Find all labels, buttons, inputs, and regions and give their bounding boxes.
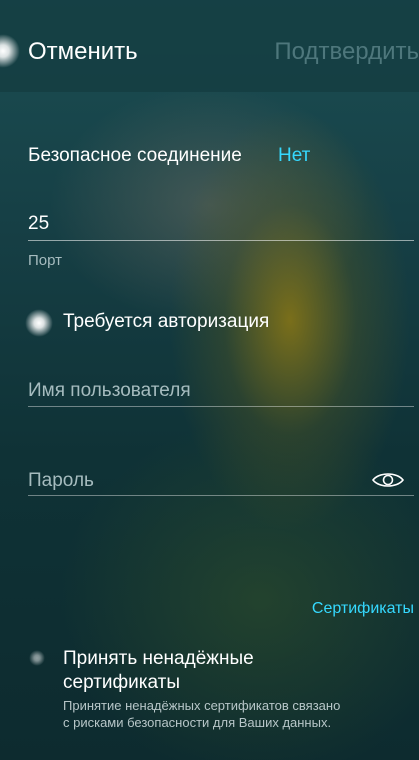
eye-icon[interactable] [371,469,405,491]
confirm-button[interactable]: Подтвердить [274,38,419,66]
untrusted-certs-title[interactable]: Принять ненадёжные сертификаты [63,647,323,695]
secure-connection-value[interactable]: Нет [278,145,310,167]
auth-required-label[interactable]: Требуется авторизация [63,311,269,333]
password-input-underline [28,495,414,496]
certificates-link[interactable]: Сертификаты [312,600,414,618]
port-input-underline [28,240,414,241]
port-input[interactable]: 25 [28,213,49,235]
username-input-underline [28,406,414,407]
username-input[interactable]: Имя пользователя [28,380,191,402]
password-input[interactable]: Пароль [28,470,94,492]
secure-connection-label[interactable]: Безопасное соединение [28,145,242,167]
port-label: Порт [28,252,63,269]
auth-switch-indicator[interactable] [25,309,53,337]
cancel-button[interactable]: Отменить [28,38,138,66]
untrusted-certs-switch-indicator[interactable] [29,650,45,666]
untrusted-certs-description: Принятие ненадёжных сертификатов связано… [63,698,341,730]
